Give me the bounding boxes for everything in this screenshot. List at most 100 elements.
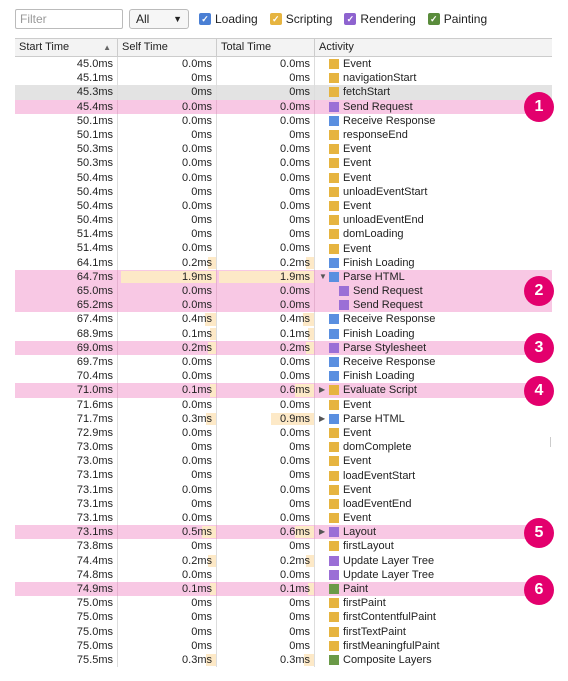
self-time-cell: 0.0ms	[117, 354, 216, 370]
total-time-header[interactable]: Total Time	[216, 39, 314, 56]
total-time-cell: 0.0ms	[216, 241, 314, 256]
table-row[interactable]: 50.4ms 0ms 0ms unloadEventEnd	[15, 213, 552, 228]
activity-cell: Event	[314, 170, 552, 185]
self-time-cell-text: 0.0ms	[182, 426, 212, 439]
table-row[interactable]: 65.2ms 0.0ms 0.0ms Send Request	[15, 298, 552, 313]
table-row[interactable]: 64.7ms 1.9ms 1.9ms ▼ Parse HTML	[15, 269, 552, 284]
self-time-cell-text: 0.1ms	[182, 582, 212, 595]
table-row[interactable]: 73.1ms 0ms 0ms loadEventStart	[15, 468, 552, 483]
total-time-cell-text: 0ms	[289, 540, 310, 553]
start-time-cell: 64.7ms	[76, 270, 113, 283]
filter-input[interactable]	[15, 9, 123, 29]
table-row[interactable]: 45.4ms 0.0ms 0.0ms Send Request	[15, 99, 552, 114]
expand-right-icon[interactable]: ▶	[319, 383, 329, 397]
table-row[interactable]: 73.0ms 0ms 0ms domComplete	[15, 440, 552, 455]
table-row[interactable]: 75.0ms 0ms 0ms firstContentfulPaint	[15, 610, 552, 625]
total-time-cell-text: 0ms	[289, 128, 310, 141]
self-time-cell-text: 0ms	[191, 469, 212, 482]
activity-label: loadEventEnd	[343, 497, 412, 510]
table-row[interactable]: 70.4ms 0.0ms 0.0ms Finish Loading	[15, 369, 552, 384]
total-time-cell: 0ms	[216, 440, 314, 455]
self-time-cell: 0.0ms	[117, 369, 216, 384]
activity-cell: Finish Loading	[314, 326, 552, 341]
total-time-cell: 0.6ms	[216, 525, 314, 540]
table-row[interactable]: 45.3ms 0ms 0ms fetchStart	[15, 85, 552, 100]
table-row[interactable]: 51.4ms 0ms 0ms domLoading	[15, 227, 552, 242]
start-time-cell: 65.2ms	[76, 299, 113, 312]
table-row[interactable]: 73.1ms 0.0ms 0.0ms Event	[15, 511, 552, 526]
checkmark-icon: ✓	[427, 13, 440, 25]
self-time-cell-text: 0.0ms	[182, 58, 212, 70]
table-row[interactable]: 50.1ms 0ms 0ms responseEnd	[15, 127, 552, 143]
table-row[interactable]: 72.9ms 0.0ms 0.0ms Event	[15, 425, 552, 441]
loading-checkbox[interactable]: ✓ Loading	[199, 12, 258, 26]
table-row[interactable]: 73.1ms 0ms 0ms loadEventEnd	[15, 496, 552, 511]
table-row[interactable]: 73.0ms 0.0ms 0.0ms Event	[15, 454, 552, 469]
table-row[interactable]: 71.7ms 0.3ms 0.9ms ▶ Parse HTML	[15, 411, 552, 426]
table-row[interactable]: 73.8ms 0ms 0ms firstLayout	[15, 539, 552, 554]
scripting-swatch-icon	[329, 87, 339, 98]
table-row[interactable]: 50.3ms 0.0ms 0.0ms Event	[15, 156, 552, 171]
start-time-cell: 51.4ms	[76, 228, 113, 241]
total-time-cell-text: 0.0ms	[280, 299, 310, 312]
self-time-header[interactable]: Self Time	[117, 39, 216, 56]
start-time-cell: 75.0ms	[76, 597, 113, 610]
table-row[interactable]: 45.0ms 0.0ms 0.0ms Event	[15, 57, 552, 72]
table-row[interactable]: 51.4ms 0.0ms 0.0ms Event	[15, 241, 552, 256]
table-row[interactable]: 74.8ms 0.0ms 0.0ms Update Layer Tree	[15, 567, 552, 582]
self-time-cell-text: 0.0ms	[182, 483, 212, 496]
table-row[interactable]: 73.1ms 0.5ms 0.6ms ▶ Layout	[15, 525, 552, 540]
table-row[interactable]: 75.0ms 0ms 0ms firstTextPaint	[15, 624, 552, 639]
start-time-header[interactable]: Start Time ▲	[15, 39, 117, 56]
start-time-cell: 45.3ms	[76, 86, 113, 99]
table-row[interactable]: 64.1ms 0.2ms 0.2ms Finish Loading	[15, 255, 552, 270]
loading-swatch-icon	[329, 115, 339, 126]
table-row[interactable]: 50.4ms 0.0ms 0.0ms Event	[15, 198, 552, 214]
self-time-cell: 0ms	[117, 496, 216, 511]
self-time-cell-text: 0ms	[191, 441, 212, 454]
table-row[interactable]: 75.5ms 0.3ms 0.3ms Composite Layers	[15, 652, 552, 668]
table-row[interactable]: 69.7ms 0.0ms 0.0ms Receive Response	[15, 354, 552, 370]
category-select[interactable]: All ▼	[129, 9, 189, 29]
table-row[interactable]: 65.0ms 0.0ms 0.0ms Send Request	[15, 284, 552, 299]
table-row[interactable]: 75.0ms 0ms 0ms firstPaint	[15, 596, 552, 611]
table-row[interactable]: 50.4ms 0ms 0ms unloadEventStart	[15, 184, 552, 199]
expand-right-icon[interactable]: ▶	[319, 412, 329, 426]
table-row[interactable]: 73.1ms 0.0ms 0.0ms Event	[15, 482, 552, 497]
activity-label: domLoading	[343, 228, 404, 241]
total-time-cell-text: 0.0ms	[280, 483, 310, 496]
scripting-swatch-icon	[329, 484, 339, 495]
table-row[interactable]: 50.3ms 0.0ms 0.0ms Event	[15, 142, 552, 157]
table-row[interactable]: 71.0ms 0.1ms 0.6ms ▶ Evaluate Script	[15, 383, 552, 398]
expand-down-icon[interactable]: ▼	[319, 270, 329, 284]
self-time-cell: 0.1ms	[117, 326, 216, 341]
total-time-cell: 0ms	[216, 71, 314, 86]
activity-label: Paint	[343, 583, 369, 596]
rendering-checkbox[interactable]: ✓ Rendering	[344, 12, 416, 26]
self-time-cell: 0.0ms	[117, 567, 216, 582]
table-row[interactable]: 50.1ms 0.0ms 0.0ms Receive Response	[15, 113, 552, 128]
expand-right-icon[interactable]: ▶	[319, 525, 329, 539]
painting-checkbox[interactable]: ✓ Painting	[427, 12, 487, 26]
total-time-cell: 0.0ms	[216, 425, 314, 441]
rendering-swatch-icon	[329, 101, 339, 112]
scripting-checkbox[interactable]: ✓ Scripting	[269, 12, 332, 26]
table-row[interactable]: 69.0ms 0.2ms 0.2ms Parse Stylesheet	[15, 340, 552, 355]
self-time-cell-text: 0.0ms	[182, 157, 212, 170]
self-time-cell-text: 0.5ms	[182, 526, 212, 539]
table-row[interactable]: 74.4ms 0.2ms 0.2ms Update Layer Tree	[15, 553, 552, 568]
activity-label: fetchStart	[343, 86, 391, 99]
table-row[interactable]: 45.1ms 0ms 0ms navigationStart	[15, 71, 552, 86]
table-row[interactable]: 68.9ms 0.1ms 0.1ms Finish Loading	[15, 326, 552, 341]
activity-label: Layout	[343, 526, 377, 539]
table-row[interactable]: 67.4ms 0.4ms 0.4ms Receive Response	[15, 312, 552, 327]
start-time-cell: 50.3ms	[76, 143, 113, 156]
table-row[interactable]: 75.0ms 0ms 0ms firstMeaningfulPaint	[15, 638, 552, 653]
table-row[interactable]: 50.4ms 0.0ms 0.0ms Event	[15, 170, 552, 185]
activity-header[interactable]: Activity	[314, 39, 552, 56]
loading-swatch-icon	[329, 257, 339, 268]
table-row[interactable]: 71.6ms 0.0ms 0.0ms Event	[15, 397, 552, 412]
annotation-badge: 5	[524, 517, 554, 548]
self-time-cell-text: 0ms	[191, 611, 212, 624]
table-row[interactable]: 74.9ms 0.1ms 0.1ms Paint	[15, 581, 552, 597]
